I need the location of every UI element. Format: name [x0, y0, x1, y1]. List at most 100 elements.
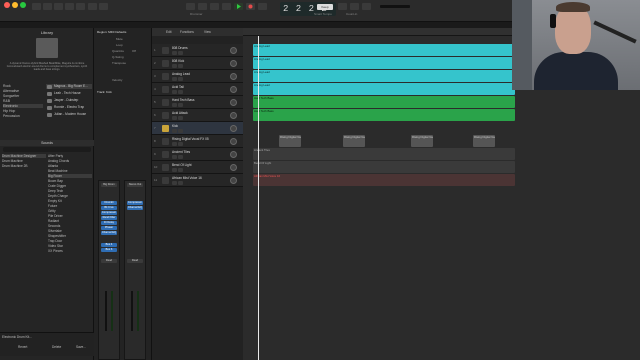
count-in-button[interactable]: [350, 3, 359, 10]
mute-button[interactable]: [172, 142, 177, 146]
master-volume-slider[interactable]: [380, 5, 410, 8]
mute-button[interactable]: [172, 129, 177, 133]
solo-button[interactable]: [178, 129, 183, 133]
automation-mode[interactable]: Read: [101, 259, 117, 263]
cycle-button[interactable]: [258, 3, 267, 10]
volume-knob[interactable]: [230, 112, 237, 119]
mute-button[interactable]: [172, 90, 177, 94]
audio-region[interactable]: Rising Digital Vocal FX 05: [473, 135, 495, 147]
drummer-item[interactable]: Julian - Modern House: [46, 112, 92, 117]
volume-knob[interactable]: [230, 125, 237, 132]
track-row[interactable]: 2 808 Kick: [152, 57, 243, 70]
mute-button[interactable]: [172, 168, 177, 172]
mute-button[interactable]: [172, 64, 177, 68]
play-button[interactable]: [234, 3, 243, 10]
sound-item[interactable]: XX Pieces: [48, 249, 63, 253]
smart-controls-button[interactable]: [76, 3, 85, 10]
stop-button[interactable]: [222, 3, 231, 10]
track-row[interactable]: 10 Bend Of Light: [152, 161, 243, 174]
mute-button[interactable]: [172, 155, 177, 159]
edit-menu[interactable]: Edit: [166, 30, 172, 34]
zoom-window-icon[interactable]: [20, 2, 26, 8]
library-button[interactable]: [32, 3, 41, 10]
rewind-button[interactable]: [186, 3, 195, 10]
midi-region[interactable]: Analog Lead: [253, 83, 515, 95]
mute-button[interactable]: [172, 103, 177, 107]
midi-region[interactable]: Hard Tech Bass: [253, 96, 515, 108]
tuner-button[interactable]: [338, 3, 347, 10]
volume-knob[interactable]: [230, 138, 237, 145]
sound-item[interactable]: Future: [48, 204, 57, 208]
metronome-button[interactable]: [362, 3, 371, 10]
sound-item[interactable]: Deep Tech: [48, 189, 63, 193]
mute-button[interactable]: [172, 116, 177, 120]
volume-knob[interactable]: [230, 60, 237, 67]
tempo-mode-badge[interactable]: Keep: [317, 4, 333, 10]
category-alternative[interactable]: Alternative: [3, 89, 19, 93]
sound-item[interactable]: Empty Kit: [48, 199, 62, 203]
track-row[interactable]: 8 Rising Digital Vocal FX 05: [152, 135, 243, 148]
category-hiphop[interactable]: Hip Hop: [3, 109, 15, 113]
volume-knob[interactable]: [230, 99, 237, 106]
sound-item[interactable]: Seconds: [48, 224, 60, 228]
volume-knob[interactable]: [230, 47, 237, 54]
audio-region[interactable]: Rising Digital Vocal FX 05: [411, 135, 433, 147]
automation-mode[interactable]: Read: [127, 259, 143, 263]
sound-item[interactable]: Beat Machine: [48, 169, 68, 173]
view-menu[interactable]: View: [204, 30, 211, 34]
channel-name[interactable]: Big Room: [101, 183, 117, 187]
solo-button[interactable]: [178, 51, 183, 55]
volume-knob[interactable]: [230, 73, 237, 80]
plugin-slot[interactable]: Dr Delay: [101, 221, 117, 225]
volume-knob[interactable]: [230, 177, 237, 184]
channel-name[interactable]: Stereo Out: [127, 183, 143, 187]
category-rock[interactable]: Rock: [3, 84, 11, 88]
playhead[interactable]: [258, 36, 259, 360]
track-row[interactable]: 4 Acid Tail: [152, 83, 243, 96]
solo-button[interactable]: [178, 90, 183, 94]
bus-send[interactable]: Bus 6: [101, 248, 117, 252]
track-row[interactable]: 3 Analog Lead: [152, 70, 243, 83]
plugin-slot[interactable]: Channel EQ: [127, 206, 143, 210]
plugin-slot[interactable]: Drumkit: [101, 201, 117, 205]
sound-category[interactable]: Drum Machine Designer: [2, 154, 46, 158]
inspector-button[interactable]: [43, 3, 52, 10]
volume-fader[interactable]: [105, 291, 107, 331]
mute-button[interactable]: [172, 51, 177, 55]
volume-fader[interactable]: [131, 291, 133, 331]
sound-item[interactable]: Boom Bap: [48, 179, 63, 183]
mixer-button[interactable]: [88, 3, 97, 10]
plugin-slot[interactable]: Phaser: [101, 226, 117, 230]
plugin-slot[interactable]: Rand Filter: [101, 216, 117, 220]
category-electronic[interactable]: Electronic: [3, 104, 43, 108]
track-row[interactable]: 6 Acid Attack: [152, 109, 243, 122]
solo-button[interactable]: [178, 181, 183, 185]
audio-region[interactable]: African Mist Voice 16: [253, 174, 515, 186]
sounds-search-input[interactable]: [3, 147, 91, 152]
toolbar-button[interactable]: [65, 3, 74, 10]
midi-region[interactable]: Analog Lead: [253, 57, 515, 69]
sound-item[interactable]: Silverlake: [48, 229, 62, 233]
solo-button[interactable]: [178, 64, 183, 68]
audio-region[interactable]: Bend Of Light: [253, 161, 515, 173]
delete-button[interactable]: Delete: [52, 345, 61, 349]
solo-button[interactable]: [178, 142, 183, 146]
solo-button[interactable]: [178, 155, 183, 159]
sound-item[interactable]: After Party: [48, 154, 63, 158]
track-row[interactable]: 9 Ancient Tiles: [152, 148, 243, 161]
audio-region[interactable]: Ancient Tiles: [253, 148, 515, 160]
drummer-item[interactable]: Jasper - Dubstep: [46, 98, 92, 103]
save-button[interactable]: Save...: [76, 345, 86, 349]
audio-region[interactable]: Rising Digital Vocal FX 05: [279, 135, 301, 147]
sound-item[interactable]: Atlanta: [48, 164, 58, 168]
plugin-slot[interactable]: Compressor: [127, 201, 143, 205]
drummer-item[interactable]: Leah - Tech House: [46, 91, 92, 96]
track-row[interactable]: 11 African Mist Voice 16: [152, 174, 243, 187]
sound-item[interactable]: Shapeshifter: [48, 234, 66, 238]
track-inspector-title[interactable]: Track: Kick: [97, 90, 112, 94]
sound-category[interactable]: Drum Machine 2B: [2, 164, 28, 168]
plugin-slot[interactable]: Compressor: [101, 211, 117, 215]
mute-button[interactable]: [172, 181, 177, 185]
midi-region[interactable]: Hard Tech Bass: [253, 109, 515, 121]
sound-item[interactable]: Trap Door: [48, 239, 62, 243]
